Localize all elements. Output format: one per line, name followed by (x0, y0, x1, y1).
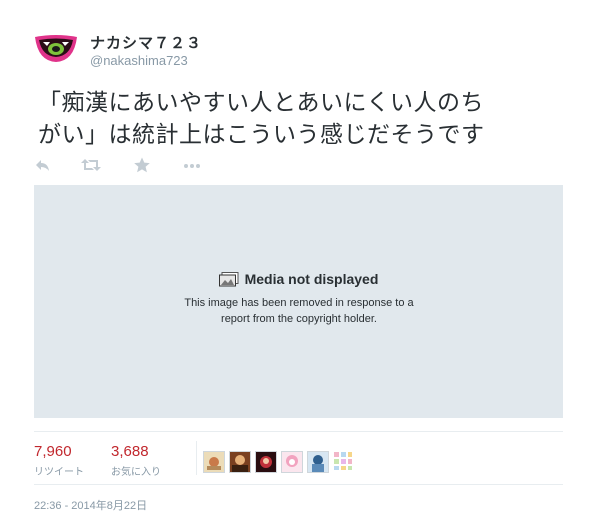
divider (34, 484, 563, 485)
favoriter-avatar[interactable] (307, 451, 329, 473)
favoriter-avatar[interactable] (333, 451, 353, 471)
avatar[interactable] (34, 34, 78, 64)
tweet-actions (34, 157, 214, 175)
image-icon (218, 272, 239, 290)
retweet-label: リツイート (34, 467, 84, 478)
divider (34, 431, 563, 432)
tweet-text-line-2: がい」は統計上はこういう感じだそうです (38, 121, 485, 147)
retweet-stat[interactable]: 7,960 リツイート (34, 443, 84, 478)
retweet-count: 7,960 (34, 443, 72, 460)
media-title-text: Media not displayed (244, 271, 379, 287)
stats-separator (196, 441, 197, 475)
tweet-text: 「痴漢にあいやすい人とあいにくい人のち がい」は統計上はこういう感じだそうです (38, 86, 578, 150)
media-message: This image has been removed in response … (154, 295, 444, 327)
favoriter-avatar[interactable] (255, 451, 277, 473)
favorite-star-icon[interactable] (133, 157, 153, 175)
media-title: Media not displayed (34, 271, 563, 290)
more-icon[interactable] (182, 157, 202, 175)
reply-icon[interactable] (34, 157, 54, 175)
tweet-text-line-1: 「痴漢にあいやすい人とあいにくい人のち (38, 89, 485, 115)
favorite-stat[interactable]: 3,688 お気に入り (111, 443, 161, 478)
user-display-name[interactable]: ナカシマ７２３ (90, 32, 202, 53)
favorite-label: お気に入り (111, 467, 161, 478)
retweet-icon[interactable] (81, 157, 101, 175)
favoriter-avatar[interactable] (281, 451, 303, 473)
favoriter-avatar[interactable] (229, 451, 251, 473)
media-message-line-1: This image has been removed in response … (184, 297, 414, 309)
media-placeholder: Media not displayed This image has been … (34, 185, 563, 418)
favoriter-avatar[interactable] (203, 451, 225, 473)
media-message-line-2: report from the copyright holder. (221, 313, 377, 325)
favorite-count: 3,688 (111, 443, 149, 460)
user-handle[interactable]: @nakashima723 (90, 53, 188, 68)
tweet-timestamp[interactable]: 22:36 - 2014年8月22日 (34, 497, 147, 513)
